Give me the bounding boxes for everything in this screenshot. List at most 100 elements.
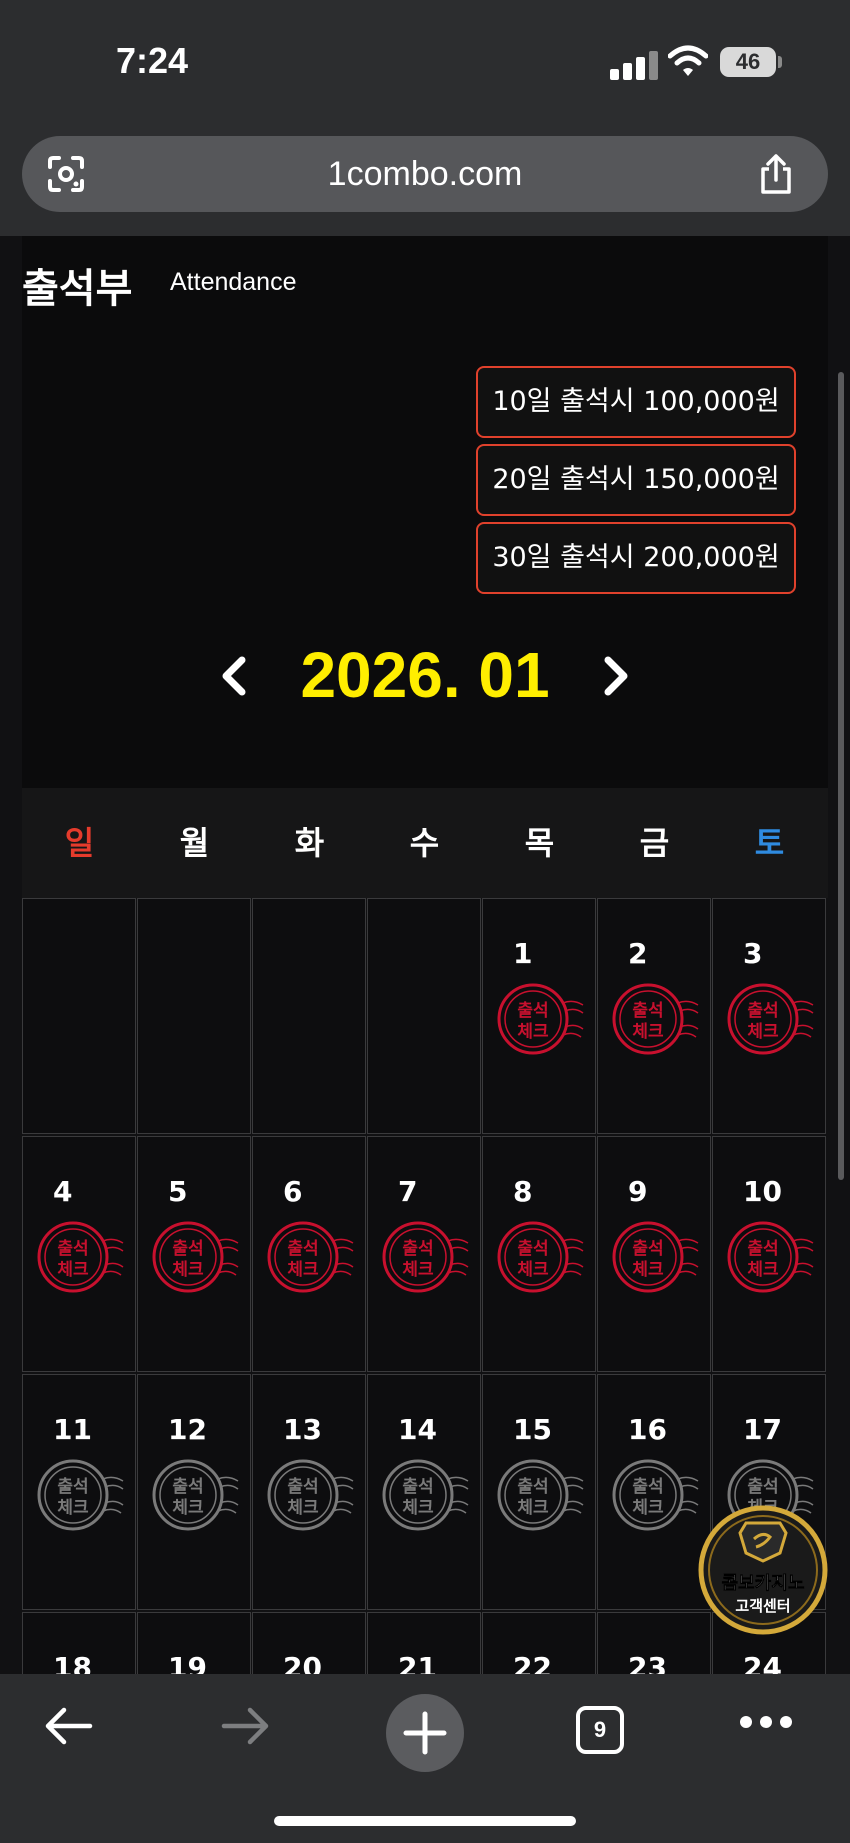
day-number: 17 [743,1413,782,1446]
stamp-text-bottom: 체크 [402,1498,434,1518]
weekday-tue: 화 [294,824,325,862]
calendar-day-cell[interactable]: 21출석체크 [367,1612,481,1674]
attendance-stamp-unchecked: 출석체크 [37,1459,124,1531]
calendar-day-cell[interactable]: 8 출석 체크 [482,1136,596,1372]
stamp-text-bottom: 체크 [287,1498,319,1518]
day-number: 15 [513,1413,552,1446]
attendance-stamp-checked: 출석체크 [267,1221,354,1293]
month-navigation: 2026. 01 [0,626,850,726]
calendar-day-cell[interactable]: 6 출석 체크 [252,1136,366,1372]
calendar-day-cell[interactable]: 1 출석 체크 [482,898,596,1134]
attendance-stamp-unchecked: 출석체크 [497,1459,584,1531]
day-number: 22 [513,1651,552,1674]
day-number: 18 [53,1651,92,1674]
plus-icon [403,1711,447,1755]
url-text[interactable]: 1combo.com [22,136,828,212]
stamp-text-bottom: 체크 [172,1260,204,1280]
calendar-day-cell[interactable]: 5 출석 체크 [137,1136,251,1372]
more-dots-icon[interactable] [738,1714,794,1730]
reward-10-days: 10일 출석시 100,000원 [476,366,796,438]
calendar-day-cell[interactable]: 13 출석 체크 [252,1374,366,1610]
tab-switcher-icon[interactable]: 9 [576,1706,624,1754]
stamp-text-top: 출석 [632,1001,663,1021]
attendance-stamp-unchecked: 출석체크 [267,1459,354,1531]
stamp-text-top: 출석 [402,1477,433,1497]
attendance-stamp-checked: 출석체크 [382,1221,469,1293]
day-number: 5 [168,1175,188,1208]
stamp-text-top: 출석 [632,1477,663,1497]
share-icon[interactable] [756,152,796,196]
calendar-day-cell[interactable]: 3 출석 체크 [712,898,826,1134]
calendar-day-cell[interactable]: 19출석체크 [137,1612,251,1674]
stamp-text-bottom: 체크 [402,1260,434,1280]
stamp-text-top: 출석 [747,1001,778,1021]
calendar-day-cell[interactable]: 16 출석 체크 [597,1374,711,1610]
support-badge-line2: 고객센터 [735,1597,790,1615]
current-month: 2026. 01 [300,639,550,711]
stamp-text-top: 출석 [517,1477,548,1497]
stamp-text-top: 출석 [747,1239,778,1259]
calendar-day-cell [252,898,366,1134]
weekday-thu: 목 [524,824,555,862]
page-content: 출석부 Attendance 10일 출석시 100,000원 20일 출석시 … [0,236,850,1674]
day-number: 19 [168,1651,207,1674]
day-number: 13 [283,1413,322,1446]
stamp-text-top: 출석 [172,1477,203,1497]
reward-30-days: 30일 출석시 200,000원 [476,522,796,594]
calendar-day-cell[interactable]: 18출석체크 [22,1612,136,1674]
attendance-stamp-checked: 출석체크 [37,1221,124,1293]
day-number: 3 [743,937,763,970]
address-bar[interactable]: 1combo.com [22,136,828,212]
day-number: 11 [53,1413,92,1446]
status-time: 7:24 [116,40,189,81]
browser-address-area: 1combo.com [0,128,850,236]
reward-20-days: 20일 출석시 150,000원 [476,444,796,516]
day-number: 4 [53,1175,73,1208]
calendar-day-cell[interactable]: 10 출석 체크 [712,1136,826,1372]
calendar-day-cell[interactable]: 22출석체크 [482,1612,596,1674]
stamp-text-top: 출석 [57,1477,88,1497]
stamp-text-bottom: 체크 [57,1498,89,1518]
customer-support-badge[interactable]: 콤보카지노 고객센터 [698,1505,828,1635]
weekday-mon: 월 [179,824,210,862]
weekday-header: 일 월 화 수 목 금 토 [22,788,828,898]
calendar-day-cell[interactable]: 23출석체크 [597,1612,711,1674]
day-number: 21 [398,1651,437,1674]
calendar-day-cell[interactable]: 2 출석 체크 [597,898,711,1134]
weekday-wed: 수 [409,824,440,862]
calendar-day-cell[interactable]: 14 출석 체크 [367,1374,481,1610]
calendar-day-cell[interactable]: 7 출석 체크 [367,1136,481,1372]
day-number: 2 [628,937,648,970]
stamp-text-bottom: 체크 [632,1498,664,1518]
stamp-text-top: 출석 [172,1239,203,1259]
page-subtitle: Attendance [170,268,297,296]
day-number: 14 [398,1413,437,1446]
new-tab-button[interactable] [386,1694,464,1772]
day-number: 8 [513,1175,533,1208]
battery-level: 46 [720,47,776,77]
weekday-fri: 금 [639,824,670,862]
stamp-text-top: 출석 [57,1239,88,1259]
stamp-text-bottom: 체크 [517,1022,549,1042]
calendar-day-cell[interactable]: 12 출석 체크 [137,1374,251,1610]
arrow-left-icon[interactable] [42,1704,94,1748]
arrow-right-icon[interactable] [220,1704,272,1748]
page-scrollbar[interactable] [838,372,844,1180]
attendance-stamp-unchecked: 출석체크 [612,1459,699,1531]
stamp-text-bottom: 체크 [287,1260,319,1280]
wifi-icon [668,45,708,76]
calendar-day-cell[interactable]: 9 출석 체크 [597,1136,711,1372]
calendar-day-cell[interactable]: 20출석체크 [252,1612,366,1674]
day-number: 16 [628,1413,667,1446]
chevron-right-icon[interactable] [592,654,636,698]
stamp-text-bottom: 체크 [517,1260,549,1280]
calendar-day-cell[interactable]: 4 출석 체크 [22,1136,136,1372]
calendar-day-cell[interactable]: 11 출석 체크 [22,1374,136,1610]
home-indicator [274,1816,576,1826]
day-number: 7 [398,1175,418,1208]
day-number: 1 [513,937,533,970]
calendar-day-cell[interactable]: 15 출석 체크 [482,1374,596,1610]
day-number: 20 [283,1651,322,1674]
stamp-text-top: 출석 [402,1239,433,1259]
stamp-text-bottom: 체크 [747,1260,779,1280]
